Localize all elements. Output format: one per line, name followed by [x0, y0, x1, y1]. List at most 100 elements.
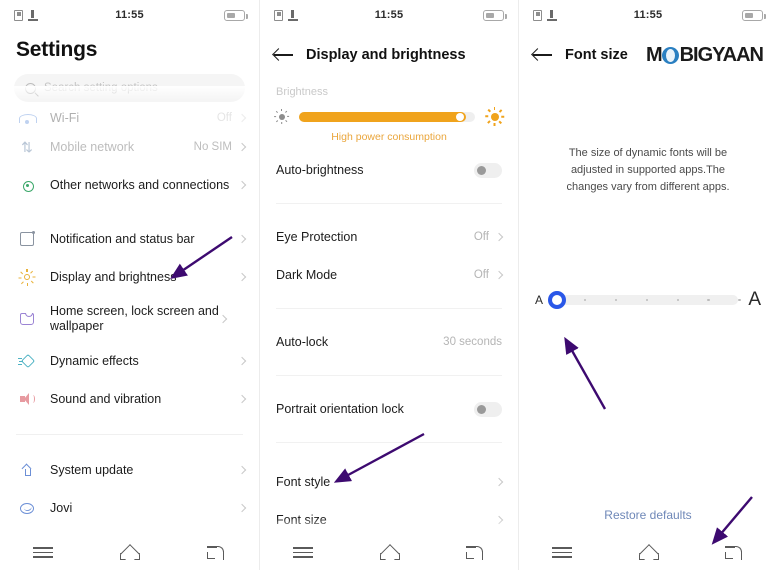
font-size-slider-row: A A — [519, 289, 777, 311]
chevron-right-icon — [237, 356, 247, 366]
chevron-right-icon — [218, 314, 228, 324]
sidebar-item-system-update[interactable]: System update — [0, 451, 259, 489]
row-label: Dark Mode — [276, 268, 338, 282]
sidebar-item-wifi[interactable]: Wi-Fi Off — [0, 108, 259, 128]
sidebar-item-label: Sound and vibration — [50, 391, 162, 406]
font-size-slider[interactable] — [548, 291, 741, 309]
row-label: Auto-lock — [276, 335, 329, 349]
page-title: Font size — [565, 47, 628, 63]
status-bar-clock: 11:55 — [115, 9, 144, 21]
menu-icon[interactable] — [30, 542, 56, 562]
status-bar-clock: 11:55 — [633, 9, 663, 21]
font-size-description: The size of dynamic fonts will be adjust… — [566, 147, 730, 193]
chevron-right-icon — [237, 394, 247, 404]
auto-brightness-row[interactable]: Auto-brightness — [260, 151, 518, 189]
status-bar: 11:55 — [0, 0, 259, 30]
page-title: Display and brightness — [306, 47, 466, 63]
font-size-step-dot — [583, 298, 587, 302]
home-icon[interactable] — [376, 542, 402, 562]
sidebar-item-label: Other networks and connections — [50, 177, 230, 192]
panel-display-brightness: 11:55 Display and brightness Brightness — [259, 0, 518, 570]
sidebar-item-label: System update — [50, 462, 134, 477]
sidebar-item-notification[interactable]: Notification and status bar — [0, 220, 259, 258]
sidebar-item-home-screen[interactable]: Home screen, lock screen and wallpaper — [0, 296, 259, 342]
font-size-min-label: A — [535, 293, 544, 307]
wallpaper-icon — [16, 310, 38, 328]
back-nav-icon[interactable] — [462, 542, 488, 562]
chevron-right-icon — [237, 503, 247, 513]
screenshot-frame: 11:55 Settings Search setting options Wi… — [0, 0, 777, 570]
notification-icon — [16, 230, 38, 248]
home-icon[interactable] — [116, 542, 142, 562]
font-size-slider-thumb[interactable] — [548, 291, 567, 309]
row-value: 30 seconds — [443, 336, 502, 348]
sidebar-item-display-and-brightness[interactable]: Display and brightness — [0, 258, 259, 296]
sun-small-icon — [273, 109, 289, 124]
panel-settings: 11:55 Settings Search setting options Wi… — [0, 0, 259, 570]
chevron-right-icon — [237, 272, 247, 282]
chevron-right-icon — [237, 113, 247, 123]
status-bar: 11:55 — [260, 0, 518, 30]
brightness-slider[interactable] — [299, 111, 475, 122]
auto-brightness-toggle[interactable] — [474, 162, 502, 178]
list-gap — [0, 418, 259, 434]
sound-icon — [16, 390, 38, 408]
home-icon[interactable] — [635, 542, 661, 562]
restore-defaults-button[interactable]: Restore defaults — [519, 508, 777, 522]
watermark-text-before: M — [645, 43, 663, 66]
list-bottom-fade — [260, 518, 518, 534]
list-gap — [0, 204, 259, 220]
status-bar-right-icons — [224, 9, 248, 21]
row-dark-mode[interactable]: Dark Mode Off — [260, 256, 518, 294]
system-update-icon — [16, 461, 38, 479]
sidebar-item-label: Notification and status bar — [50, 231, 195, 246]
sidebar-item-other-networks[interactable]: Other networks and connections — [0, 166, 259, 204]
page-header: Font size M BIGYAAN — [519, 30, 777, 70]
row-font-style[interactable]: Font style — [260, 463, 518, 501]
status-bar: 11:55 — [519, 0, 777, 30]
bottom-nav-bar — [260, 534, 518, 570]
menu-icon[interactable] — [290, 542, 316, 562]
panel-font-size: 11:55 Font size M BIGYAAN The size of dy… — [518, 0, 777, 570]
row-portrait-orientation-lock[interactable]: Portrait orientation lock — [260, 390, 518, 428]
row-label: Font style — [276, 475, 331, 489]
page-header: Display and brightness — [260, 30, 518, 70]
battery-icon — [224, 9, 248, 21]
sidebar-item-sound-and-vibration[interactable]: Sound and vibration — [0, 380, 259, 418]
other-networks-icon — [16, 176, 38, 194]
back-nav-icon[interactable] — [203, 542, 229, 562]
settings-list: Wi-Fi Off ⇅ Mobile network No SIM Other … — [0, 108, 259, 565]
mobigyaan-watermark: M BIGYAAN — [645, 43, 764, 67]
sidebar-item-value: Off — [216, 112, 232, 124]
chevron-right-icon — [237, 142, 247, 152]
sidebar-item-label: Home screen, lock screen and wallpaper — [50, 304, 219, 333]
bottom-nav-bar — [0, 534, 259, 570]
sidebar-item-mobile-network[interactable]: ⇅ Mobile network No SIM — [0, 128, 259, 166]
sidebar-item-label: Display and brightness — [50, 269, 177, 284]
row-auto-lock[interactable]: Auto-lock 30 seconds — [260, 323, 518, 361]
back-nav-icon[interactable] — [721, 542, 747, 562]
sidebar-item-value: No SIM — [193, 141, 232, 153]
bottom-nav-bar — [519, 534, 777, 570]
back-arrow-icon[interactable] — [533, 47, 552, 63]
status-bar-right-icons — [483, 9, 507, 21]
sidebar-item-label: Jovi — [50, 500, 73, 515]
sidebar-item-label: Mobile network — [50, 139, 135, 154]
sidebar-item-label: Wi-Fi — [50, 110, 80, 125]
row-label: Portrait orientation lock — [276, 402, 404, 416]
sidebar-item-label: Dynamic effects — [50, 353, 139, 368]
brightness-power-note: High power consumption — [331, 131, 447, 143]
sidebar-item-dynamic-effects[interactable]: Dynamic effects — [0, 342, 259, 380]
font-size-step-dot — [707, 298, 710, 302]
row-eye-protection[interactable]: Eye Protection Off — [260, 218, 518, 256]
menu-icon[interactable] — [549, 542, 575, 562]
chevron-right-icon — [237, 234, 247, 244]
font-size-step-dot — [738, 298, 741, 302]
status-bar-right-icons — [742, 9, 766, 21]
chevron-right-icon — [494, 232, 504, 242]
jovi-icon — [16, 499, 38, 517]
portrait-lock-toggle[interactable] — [474, 401, 502, 417]
dynamic-effects-icon — [16, 352, 38, 370]
watermark-text-after: BIGYAAN — [679, 43, 764, 66]
back-arrow-icon[interactable] — [274, 47, 293, 63]
